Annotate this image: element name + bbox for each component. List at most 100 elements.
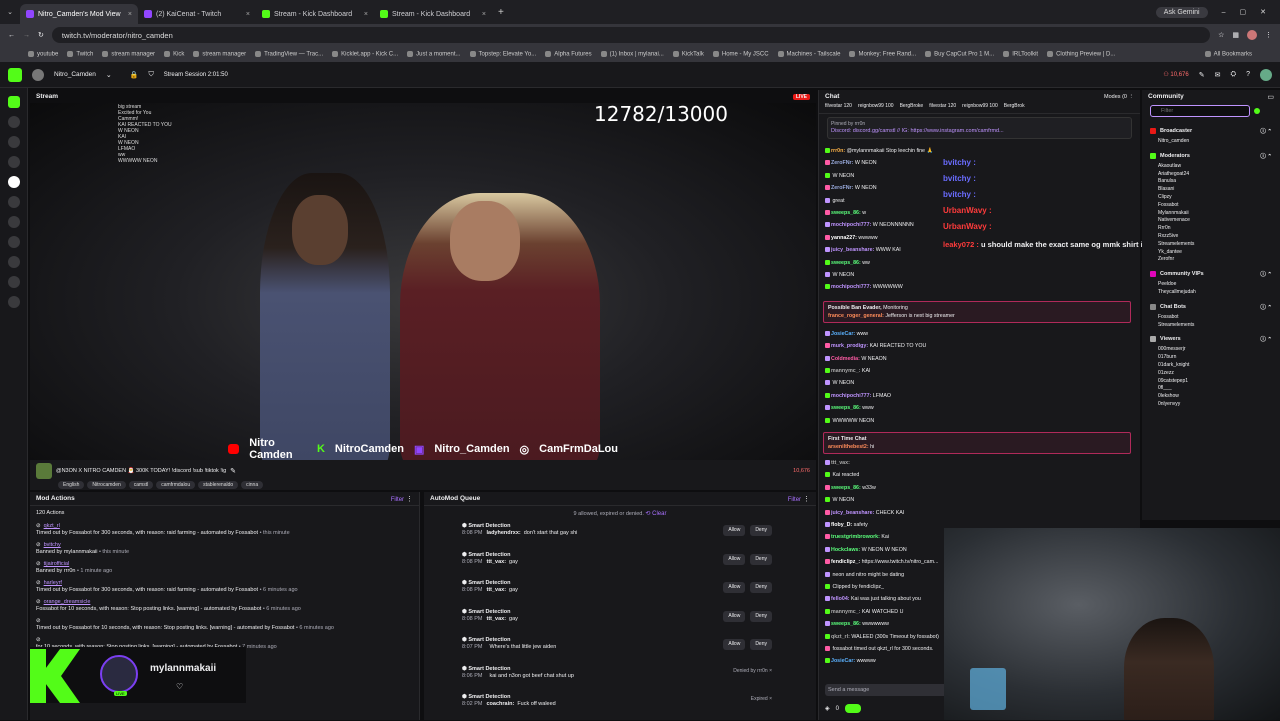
chat-username[interactable]: sweeps_86:: [831, 621, 861, 627]
community-user[interactable]: 017burn: [1150, 354, 1272, 362]
menu-icon[interactable]: ⋮: [1265, 31, 1272, 39]
more-icon[interactable]: ⋮: [1129, 94, 1135, 100]
more-icon[interactable]: ⋮: [803, 496, 810, 503]
stats-icon[interactable]: ⛭: [1230, 71, 1236, 79]
automod-user[interactable]: ladyhendrxx:: [486, 530, 520, 536]
close-icon[interactable]: ×: [246, 11, 250, 18]
community-user[interactable]: 01zezz: [1150, 370, 1272, 378]
leaderboard-user[interactable]: BergBrok: [1004, 103, 1025, 113]
new-tab-button[interactable]: +: [498, 7, 504, 18]
bookmark-item[interactable]: Alpha Futures: [545, 51, 591, 57]
bookmark-item[interactable]: youtube: [28, 51, 58, 57]
stream-tag[interactable]: camfrmdalou: [156, 481, 196, 489]
chat-username[interactable]: fello04:: [831, 596, 850, 602]
community-user[interactable]: 0lekshow: [1150, 393, 1272, 401]
pencil-icon[interactable]: ✎: [230, 467, 236, 475]
tool-icon[interactable]: [7, 196, 20, 208]
tool-icon[interactable]: [7, 116, 20, 128]
chat-username[interactable]: ZeroFNr:: [831, 160, 853, 166]
tool-icon[interactable]: [7, 256, 20, 268]
tool-icon[interactable]: [7, 236, 20, 248]
bookmark-item[interactable]: KickTalk: [673, 51, 704, 57]
filter-button[interactable]: Filter: [391, 497, 404, 503]
chat-username[interactable]: mochipochi777:: [831, 393, 871, 399]
tool-icon[interactable]: [7, 156, 20, 168]
leaderboard-user[interactable]: BergBroke: [900, 103, 924, 113]
leaderboard-user[interactable]: filvestar 120: [825, 103, 852, 113]
stream-tag[interactable]: camstl: [128, 481, 154, 489]
chat-username[interactable]: sweeps_86:: [831, 210, 861, 216]
clear-button[interactable]: ⟲ Clear: [645, 511, 666, 517]
bookmark-item[interactable]: (1) Inbox | mylanai...: [601, 51, 664, 57]
star-icon[interactable]: ☆: [1218, 31, 1224, 39]
community-user[interactable]: 01dark_knight: [1150, 362, 1272, 370]
community-user[interactable]: Nativemenace: [1150, 217, 1272, 225]
community-user[interactable]: Streamelements: [1150, 322, 1272, 330]
chat-username[interactable]: sweeps_86:: [831, 260, 861, 266]
edit-icon[interactable]: [8, 67, 22, 82]
automod-user[interactable]: ttt_vax:: [486, 616, 506, 622]
tool-icon[interactable]: [7, 176, 20, 188]
shield-icon[interactable]: ⛉: [149, 71, 154, 79]
chat-username[interactable]: JosieCar:: [831, 658, 855, 664]
channel-avatar[interactable]: [32, 68, 44, 81]
action-user[interactable]: qkzt_rl: [44, 523, 60, 529]
deny-button[interactable]: Deny: [750, 525, 772, 536]
chat-username[interactable]: Hockclaws:: [831, 547, 860, 553]
leaderboard-user[interactable]: reignbow99 100: [962, 103, 998, 113]
community-user[interactable]: Fossabot: [1150, 314, 1272, 322]
chat-input[interactable]: Send a message: [825, 684, 949, 696]
close-window-icon[interactable]: ✕: [1260, 8, 1266, 16]
minimize-icon[interactable]: –: [1222, 9, 1226, 16]
action-user[interactable]: tijairofficial: [44, 561, 70, 567]
action-user[interactable]: orange_dreamsicle: [44, 599, 91, 605]
community-user[interactable]: Fossabot: [1150, 202, 1272, 210]
info-icon[interactable]: ⓘ ⌃: [1260, 335, 1272, 343]
community-user[interactable]: Nitro_camden: [1150, 138, 1272, 146]
bookmark-item[interactable]: IRLToolkit: [1003, 51, 1038, 57]
chat-username[interactable]: sweeps_86:: [831, 405, 861, 411]
allow-button[interactable]: Allow: [723, 582, 746, 593]
tool-icon[interactable]: [7, 216, 20, 228]
automod-user[interactable]: coachrain:: [486, 701, 514, 707]
automod-user[interactable]: ttt_vax:: [486, 559, 506, 565]
mod-tool-icon[interactable]: [7, 96, 20, 108]
user-avatar[interactable]: [1260, 68, 1272, 81]
chat-username[interactable]: floby_D:: [831, 522, 852, 528]
bookmark-item[interactable]: Topstep: Elevate Yo...: [470, 51, 537, 57]
all-bookmarks[interactable]: All Bookmarks: [1205, 51, 1252, 57]
filter-button[interactable]: Filter: [788, 497, 801, 503]
popout-icon[interactable]: ▭: [1267, 93, 1274, 101]
chat-username[interactable]: mochipochi777:: [831, 222, 871, 228]
profile-avatar[interactable]: [1247, 30, 1257, 40]
chat-username[interactable]: truestgrimbrowork:: [831, 534, 880, 540]
community-section[interactable]: Viewers ⓘ ⌃: [1150, 335, 1272, 343]
chat-username[interactable]: fendiclipz_:: [831, 559, 860, 565]
deny-button[interactable]: Deny: [750, 639, 772, 650]
chat-modes[interactable]: Modes (0: [1104, 94, 1127, 100]
community-user[interactable]: 000messerjr: [1150, 346, 1272, 354]
info-icon[interactable]: ⓘ ⌃: [1260, 127, 1272, 135]
community-section[interactable]: Community VIPs ⓘ ⌃: [1150, 270, 1272, 278]
extensions-icon[interactable]: ▦: [1232, 31, 1239, 39]
community-user[interactable]: Blasani: [1150, 186, 1272, 194]
allow-button[interactable]: Allow: [723, 639, 746, 650]
chat-username[interactable]: ttt_vax:: [831, 460, 850, 466]
bookmark-item[interactable]: Kick: [164, 51, 184, 57]
info-icon[interactable]: ⓘ ⌃: [1260, 303, 1272, 311]
community-user[interactable]: Yk_dantee: [1150, 249, 1272, 257]
points-icon[interactable]: ◈: [825, 705, 830, 712]
leaderboard-user[interactable]: reignbow99 100: [858, 103, 894, 113]
bookmark-item[interactable]: Clothing Preview | D...: [1047, 51, 1115, 57]
community-user[interactable]: Streamelements: [1150, 241, 1272, 249]
bookmark-item[interactable]: Kicklet.app - Kick C...: [332, 51, 398, 57]
leaderboard-user[interactable]: filvestar 120: [929, 103, 956, 113]
tool-icon[interactable]: [7, 136, 20, 148]
stream-tag[interactable]: stablerenaldo: [198, 481, 239, 489]
maximize-icon[interactable]: ▢: [1240, 8, 1247, 16]
community-user[interactable]: Rrr0n: [1150, 225, 1272, 233]
browser-tab[interactable]: Stream - Kick Dashboard ×: [374, 4, 492, 24]
chat-username[interactable]: mannymc_:: [831, 368, 860, 374]
allow-button[interactable]: Allow: [723, 525, 746, 536]
action-user[interactable]: bvitchy: [44, 542, 61, 548]
